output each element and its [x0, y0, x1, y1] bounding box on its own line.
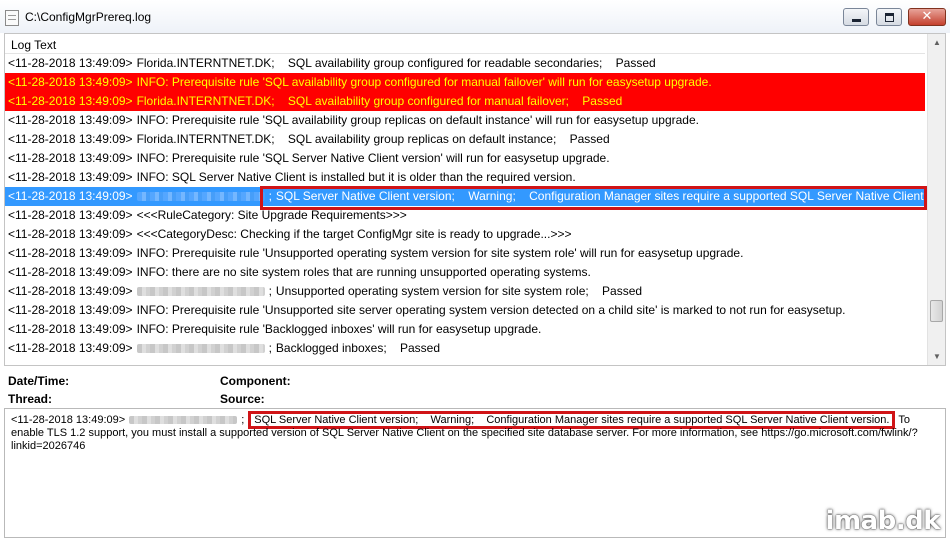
- log-row-message: Backlogged inboxes; Passed: [275, 341, 441, 355]
- redacted-server-name: [136, 344, 265, 354]
- log-row[interactable]: <11-28-2018 13:49:09> INFO: SQL Server Na…: [5, 168, 925, 187]
- log-row-timestamp: <11-28-2018 13:49:09>: [8, 94, 133, 108]
- log-column-header[interactable]: Log Text: [5, 34, 925, 54]
- log-row-message: INFO: Prerequisite rule 'Unsupported ope…: [136, 246, 744, 260]
- log-list[interactable]: Log Text <11-28-2018 13:49:09> Florida.IN…: [4, 33, 946, 366]
- log-row-message: Unsupported operating system version for…: [275, 284, 643, 298]
- log-row[interactable]: <11-28-2018 13:49:09> INFO: Prerequisite …: [5, 111, 925, 130]
- log-row-message: INFO: SQL Server Native Client is instal…: [136, 170, 576, 184]
- close-icon: ✕: [921, 9, 933, 24]
- log-row-message: INFO: Prerequisite rule 'Backlogged inbo…: [136, 322, 542, 336]
- log-row-message: INFO: Prerequisite rule 'Unsupported sit…: [136, 303, 846, 317]
- log-row-timestamp: <11-28-2018 13:49:09>: [8, 189, 133, 203]
- separator: ;: [268, 189, 272, 203]
- log-row-timestamp: <11-28-2018 13:49:09>: [8, 208, 133, 222]
- log-row-message: INFO: Prerequisite rule 'SQL availabilit…: [136, 113, 699, 127]
- log-row[interactable]: <11-28-2018 13:49:09> Florida.INTERNTNET.…: [5, 130, 925, 149]
- log-row-timestamp: <11-28-2018 13:49:09>: [8, 113, 133, 127]
- log-row[interactable]: <11-28-2018 13:49:09> INFO: Prerequisite …: [5, 149, 925, 168]
- maximize-button[interactable]: [876, 8, 902, 26]
- separator: ;: [268, 341, 272, 355]
- close-button[interactable]: ✕: [908, 8, 946, 26]
- log-row[interactable]: <11-28-2018 13:49:09> <<<RuleCategory: Si…: [5, 206, 925, 225]
- redacted-server-name: [129, 416, 238, 425]
- minimize-icon: [844, 9, 868, 25]
- log-row[interactable]: <11-28-2018 13:49:09>; Backlogged inboxes…: [5, 339, 925, 358]
- thread-label: Thread:: [8, 392, 53, 406]
- source-label: Source:: [220, 392, 265, 406]
- log-row-timestamp: <11-28-2018 13:49:09>: [8, 170, 133, 184]
- log-row-timestamp: <11-28-2018 13:49:09>: [8, 265, 133, 279]
- log-row[interactable]: <11-28-2018 13:49:09>; Unsupported operat…: [5, 282, 925, 301]
- scroll-up-icon[interactable]: ▲: [929, 34, 945, 51]
- log-row-timestamp: <11-28-2018 13:49:09>: [8, 151, 133, 165]
- log-row[interactable]: <11-28-2018 13:49:09> INFO: there are no …: [5, 263, 925, 282]
- log-row-message: <<<RuleCategory: Site Upgrade Requiremen…: [136, 208, 407, 222]
- datetime-label: Date/Time:: [8, 374, 70, 388]
- log-row-timestamp: <11-28-2018 13:49:09>: [8, 246, 133, 260]
- log-row[interactable]: <11-28-2018 13:49:09> <<<CategoryDesc: Ch…: [5, 225, 925, 244]
- scroll-down-icon[interactable]: ▼: [929, 348, 945, 365]
- log-file-icon: [5, 10, 19, 26]
- log-row[interactable]: <11-28-2018 13:49:09> INFO: Prerequisite …: [5, 244, 925, 263]
- log-row[interactable]: <11-28-2018 13:49:09> INFO: Prerequisite …: [5, 301, 925, 320]
- log-row-message: Florida.INTERNTNET.DK; SQL availability …: [136, 132, 610, 146]
- log-row-timestamp: <11-28-2018 13:49:09>: [8, 322, 133, 336]
- log-row-message: SQL Server Native Client version; Warnin…: [275, 189, 925, 203]
- log-row[interactable]: <11-28-2018 13:49:09> INFO: Prerequisite …: [5, 73, 925, 92]
- details-pane: Date/Time: Component: Thread: Source:: [4, 368, 946, 408]
- scroll-thumb[interactable]: [930, 300, 943, 322]
- log-row[interactable]: <11-28-2018 13:49:09> Florida.INTERNTNET.…: [5, 54, 925, 73]
- log-row-timestamp: <11-28-2018 13:49:09>: [8, 75, 133, 89]
- log-row-message: INFO: there are no site system roles tha…: [136, 265, 591, 279]
- log-row-message: <<<CategoryDesc: Checking if the target …: [136, 227, 572, 241]
- log-row-timestamp: <11-28-2018 13:49:09>: [8, 303, 133, 317]
- log-row[interactable]: <11-28-2018 13:49:09> INFO: Prerequisite …: [5, 320, 925, 339]
- log-row-timestamp: <11-28-2018 13:49:09>: [8, 56, 133, 70]
- log-row-timestamp: <11-28-2018 13:49:09>: [8, 132, 133, 146]
- log-row-timestamp: <11-28-2018 13:49:09>: [8, 284, 133, 298]
- log-column-header-label: Log Text: [11, 38, 57, 52]
- log-row-timestamp: <11-28-2018 13:49:09>: [8, 341, 133, 355]
- log-row-message: INFO: Prerequisite rule 'SQL Server Nati…: [136, 151, 610, 165]
- title-bar: C:\ConfigMgrPrereq.log ✕: [0, 0, 950, 33]
- log-row-timestamp: <11-28-2018 13:49:09>: [8, 227, 133, 241]
- log-vertical-scrollbar[interactable]: ▲ ▼: [927, 34, 945, 365]
- minimize-button[interactable]: [843, 8, 869, 26]
- log-rows: <11-28-2018 13:49:09> Florida.INTERNTNET.…: [5, 54, 925, 365]
- log-row[interactable]: <11-28-2018 13:49:09> Florida.INTERNTNET.…: [5, 92, 925, 111]
- log-row-message: Florida.INTERNTNET.DK; SQL availability …: [136, 56, 656, 70]
- watermark-logo: imab.dk: [825, 506, 941, 536]
- maximize-icon: [877, 9, 901, 25]
- log-row-partial[interactable]: [5, 358, 925, 365]
- log-row-message: Florida.INTERNTNET.DK; SQL availability …: [136, 94, 623, 108]
- log-row-message: INFO: Prerequisite rule 'SQL availabilit…: [136, 75, 712, 89]
- log-row[interactable]: <11-28-2018 13:49:09>; SQL Server Native …: [5, 187, 925, 206]
- message-text-area[interactable]: <11-28-2018 13:49:09>; SQL Server Native …: [4, 408, 946, 538]
- redacted-server-name: [136, 192, 265, 202]
- window-title: C:\ConfigMgrPrereq.log: [25, 10, 152, 24]
- separator: ;: [268, 284, 272, 298]
- redacted-server-name: [136, 287, 265, 297]
- message-timestamp: <11-28-2018 13:49:09>: [11, 414, 126, 426]
- component-label: Component:: [220, 374, 291, 388]
